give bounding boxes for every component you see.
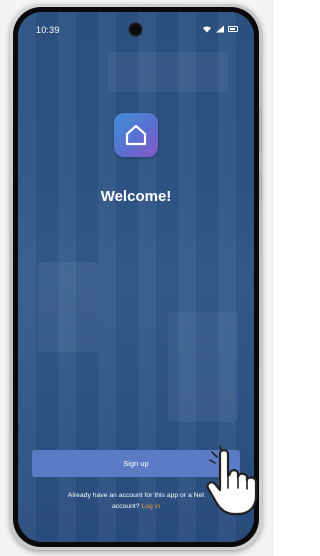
background-shape xyxy=(38,262,98,352)
volume-button xyxy=(259,106,262,152)
battery-icon xyxy=(228,26,238,32)
video-frame: 10:39 Welcome! Sign up Already have an a… xyxy=(0,0,274,556)
app-logo xyxy=(114,113,158,157)
login-prompt-prefix: account? xyxy=(111,503,140,510)
wifi-icon xyxy=(203,26,211,33)
status-time: 10:39 xyxy=(36,25,60,35)
welcome-title: Welcome! xyxy=(100,188,172,205)
front-camera xyxy=(130,24,141,35)
status-icons xyxy=(202,25,238,33)
log-in-link[interactable]: Log in xyxy=(141,503,160,510)
background-shape xyxy=(108,52,228,92)
signal-icon xyxy=(216,25,224,33)
home-icon xyxy=(125,124,147,146)
power-button xyxy=(259,172,262,200)
hand-pointer-icon xyxy=(206,446,258,516)
background-shape xyxy=(168,312,238,422)
